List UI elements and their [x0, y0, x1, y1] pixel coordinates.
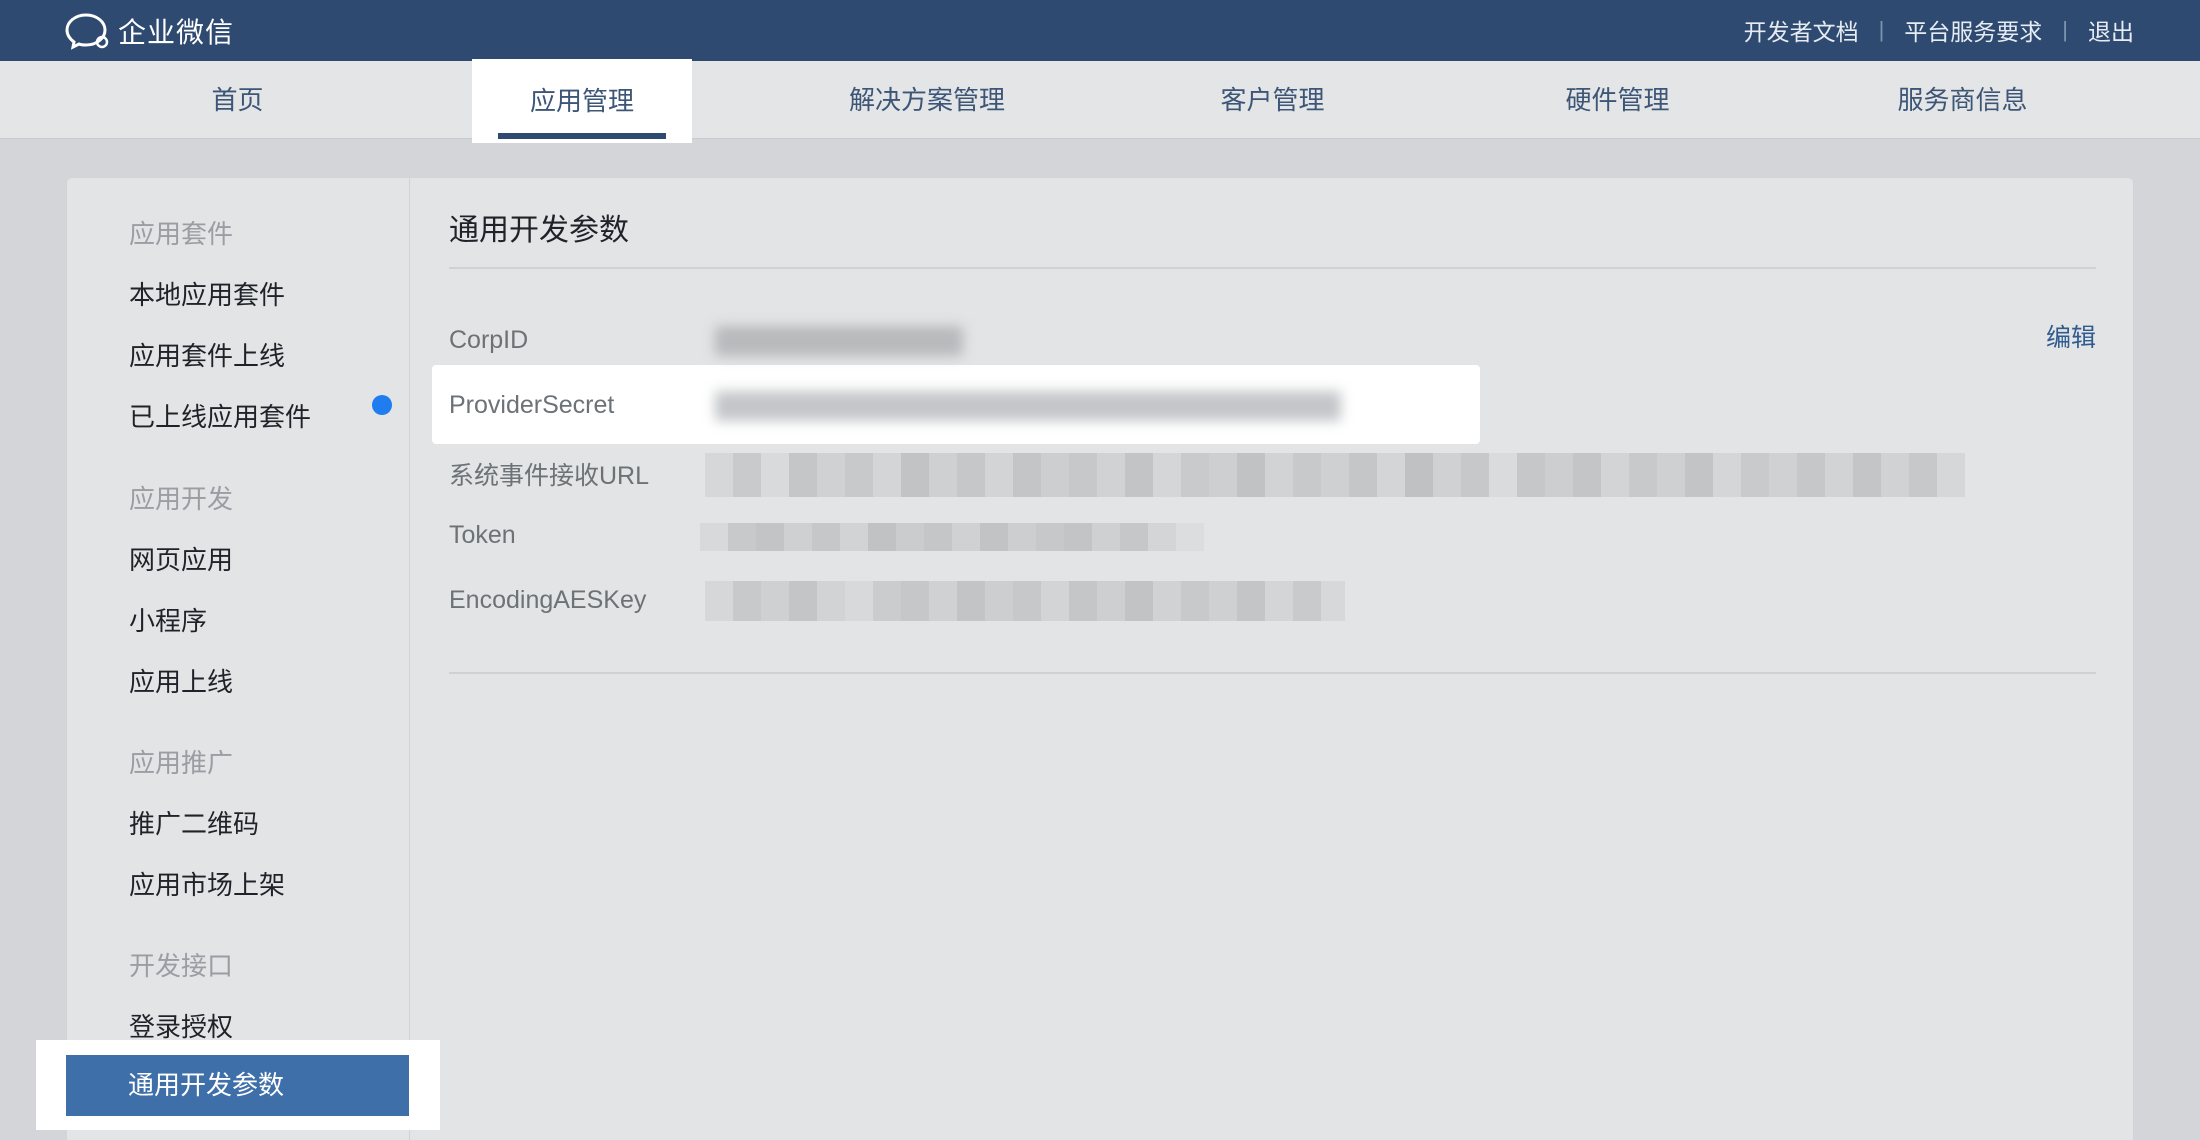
sidebar-item-published-suites[interactable]: 已上线应用套件	[129, 397, 311, 434]
corpid-label: CorpID	[449, 326, 529, 354]
tab-home[interactable]: 首页	[170, 61, 305, 139]
sidebar: 应用套件 本地应用套件 应用套件上线 已上线应用套件 应用开发 网页应用 小程序…	[67, 178, 410, 1140]
logo[interactable]: 企业微信	[64, 12, 234, 50]
sidebar-item-login-auth[interactable]: 登录授权	[129, 1007, 233, 1044]
sidebar-group-title: 应用开发	[129, 484, 234, 514]
event-url-label: 系统事件接收URL	[449, 462, 650, 490]
sidebar-item-app-publish[interactable]: 应用上线	[129, 662, 233, 699]
token-label: Token	[449, 521, 516, 549]
corpid-value-redacted	[715, 326, 963, 356]
sidebar-item-web-app[interactable]: 网页应用	[129, 540, 233, 577]
sidebar-item-app-market[interactable]: 应用市场上架	[129, 865, 285, 902]
top-bar: 企业微信 开发者文档 | 平台服务要求 | 退出	[0, 0, 2200, 61]
encoding-aes-key-label: EncodingAESKey	[449, 586, 647, 614]
encoding-aes-key-value-redacted	[705, 581, 1345, 621]
token-value-redacted	[700, 523, 1204, 551]
provider-secret-value-redacted	[715, 391, 1341, 421]
sidebar-group-title: 应用套件	[129, 219, 234, 249]
sidebar-item-suite-publish[interactable]: 应用套件上线	[129, 336, 285, 373]
sidebar-item-mini-program[interactable]: 小程序	[129, 601, 207, 638]
logout-link[interactable]: 退出	[2088, 13, 2134, 47]
active-tab-indicator	[498, 133, 666, 139]
notification-dot	[372, 395, 392, 415]
header-links: 开发者文档 | 平台服务要求 | 退出	[1744, 14, 2134, 46]
developer-docs-link[interactable]: 开发者文档	[1744, 13, 1859, 47]
platform-requirements-link[interactable]: 平台服务要求	[1904, 13, 2042, 47]
event-url-value-redacted	[705, 453, 1988, 497]
app-name: 企业微信	[118, 17, 235, 48]
separator: |	[1878, 17, 1885, 42]
sidebar-item-promo-qrcode[interactable]: 推广二维码	[129, 804, 259, 841]
divider	[449, 267, 2096, 269]
tab-customer-management[interactable]: 客户管理	[1190, 61, 1355, 139]
tab-solution-management[interactable]: 解决方案管理	[826, 61, 1028, 139]
divider	[449, 672, 2096, 674]
provider-secret-label: ProviderSecret	[449, 391, 615, 419]
sidebar-item-general-dev-params[interactable]: 通用开发参数	[66, 1055, 409, 1116]
wecom-logo-icon	[65, 13, 109, 50]
sidebar-group-title: 应用推广	[129, 748, 234, 778]
tab-provider-info[interactable]: 服务商信息	[1875, 61, 2050, 139]
separator: |	[2062, 17, 2068, 42]
main-nav: 首页 应用管理 解决方案管理 客户管理 硬件管理 服务商信息	[0, 59, 2200, 143]
tab-app-management[interactable]: 应用管理	[472, 59, 692, 143]
edit-button[interactable]: 编辑	[2046, 318, 2096, 354]
content-card: 应用套件 本地应用套件 应用套件上线 已上线应用套件 应用开发 网页应用 小程序…	[66, 177, 2134, 1140]
sidebar-item-local-suite[interactable]: 本地应用套件	[129, 275, 285, 312]
tab-hardware-management[interactable]: 硬件管理	[1535, 61, 1700, 139]
page-title: 通用开发参数	[449, 214, 629, 247]
sidebar-group-title: 开发接口	[129, 951, 234, 981]
